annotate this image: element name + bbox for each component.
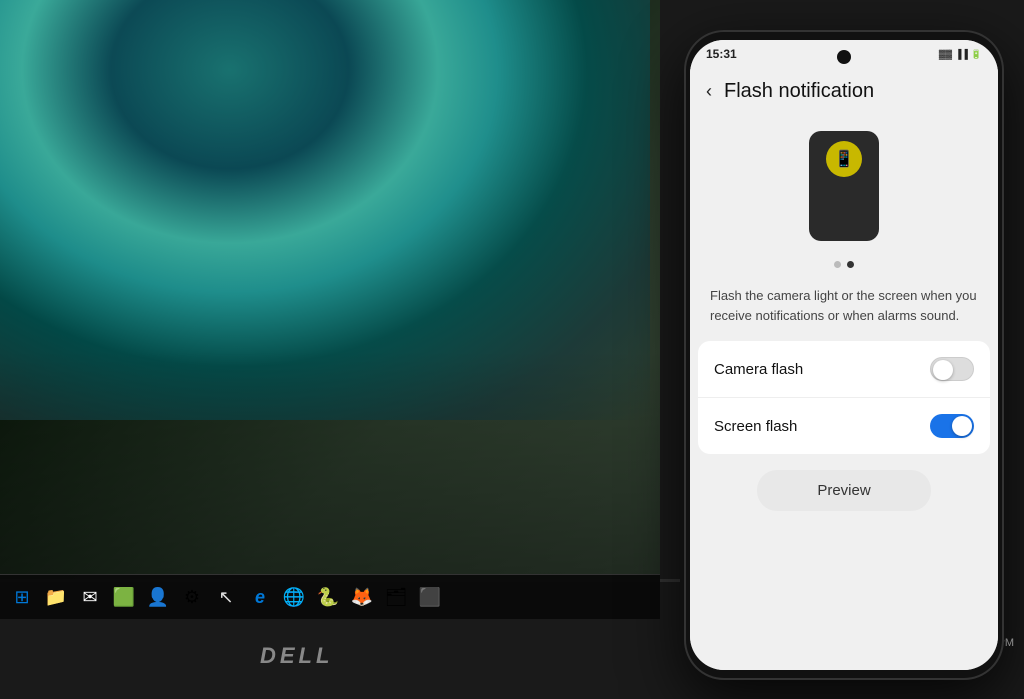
preview-button[interactable]: Preview xyxy=(757,470,930,511)
page-title: Flash notification xyxy=(724,80,874,103)
back-button[interactable]: ‹ xyxy=(706,81,712,102)
settings-icon[interactable]: ⚙ xyxy=(178,583,206,611)
camera-notch xyxy=(837,50,851,64)
screen-flash-thumb xyxy=(952,416,972,436)
camera-flash-thumb xyxy=(933,360,953,380)
edge-icon[interactable]: e xyxy=(246,583,274,611)
dot-2[interactable] xyxy=(847,261,854,268)
chrome-icon[interactable]: 🌐 xyxy=(280,583,308,611)
taskbar: ⊞ 📁 ✉ 🟩 👤 ⚙ ↖ e 🌐 🐍 🦊 🗂 ⬛ xyxy=(0,574,660,619)
status-time: 15:31 xyxy=(706,47,737,61)
screen-flash-icon: 📱 xyxy=(826,141,862,177)
green-icon[interactable]: 🟩 xyxy=(110,583,138,611)
screen-flash-toggle[interactable] xyxy=(930,414,974,438)
dot-1[interactable] xyxy=(834,261,841,268)
signal-icon: ▐▐ xyxy=(955,49,968,59)
nav-bar: ‹ Flash notification xyxy=(690,68,998,111)
illustration-area: 📱 xyxy=(690,111,998,251)
phone-device: 15:31 ▓▓ ▐▐ 🔋 ‹ Flash notification xyxy=(684,30,1004,680)
person-icon[interactable]: 👤 xyxy=(144,583,172,611)
preview-area: Preview xyxy=(690,454,998,527)
battery-icon: 🔋 xyxy=(971,49,982,60)
phone-body: 15:31 ▓▓ ▐▐ 🔋 ‹ Flash notification xyxy=(684,30,1004,680)
camera-flash-toggle[interactable] xyxy=(930,357,974,381)
settings-list: Camera flash Screen flash xyxy=(698,341,990,454)
terminal-icon[interactable]: ⬛ xyxy=(416,583,444,611)
wifi-icon: ▓▓ xyxy=(939,49,952,59)
start-icon[interactable]: ⊞ xyxy=(8,583,36,611)
screen-flash-row: Screen flash xyxy=(698,398,990,454)
screen-flash-label: Screen flash xyxy=(714,418,797,435)
python-icon[interactable]: 🐍 xyxy=(314,583,342,611)
phone-illustration: 📱 xyxy=(809,131,879,241)
app-content: ‹ Flash notification 📱 xyxy=(690,68,998,670)
description-text: Flash the camera light or the screen whe… xyxy=(690,278,998,341)
file-manager-icon[interactable]: 📁 xyxy=(42,583,70,611)
pagination-dots xyxy=(690,251,998,278)
status-icons: ▓▓ ▐▐ 🔋 xyxy=(939,49,982,60)
mail-icon[interactable]: ✉ xyxy=(76,583,104,611)
phone-screen: 15:31 ▓▓ ▐▐ 🔋 ‹ Flash notification xyxy=(690,40,998,670)
camera-flash-row: Camera flash xyxy=(698,341,990,398)
folder-icon[interactable]: 🗂 xyxy=(382,583,410,611)
firefox-icon[interactable]: 🦊 xyxy=(348,583,376,611)
camera-flash-label: Camera flash xyxy=(714,361,803,378)
dell-logo: DELL xyxy=(260,643,333,669)
cursor-app-icon[interactable]: ↖ xyxy=(212,583,240,611)
